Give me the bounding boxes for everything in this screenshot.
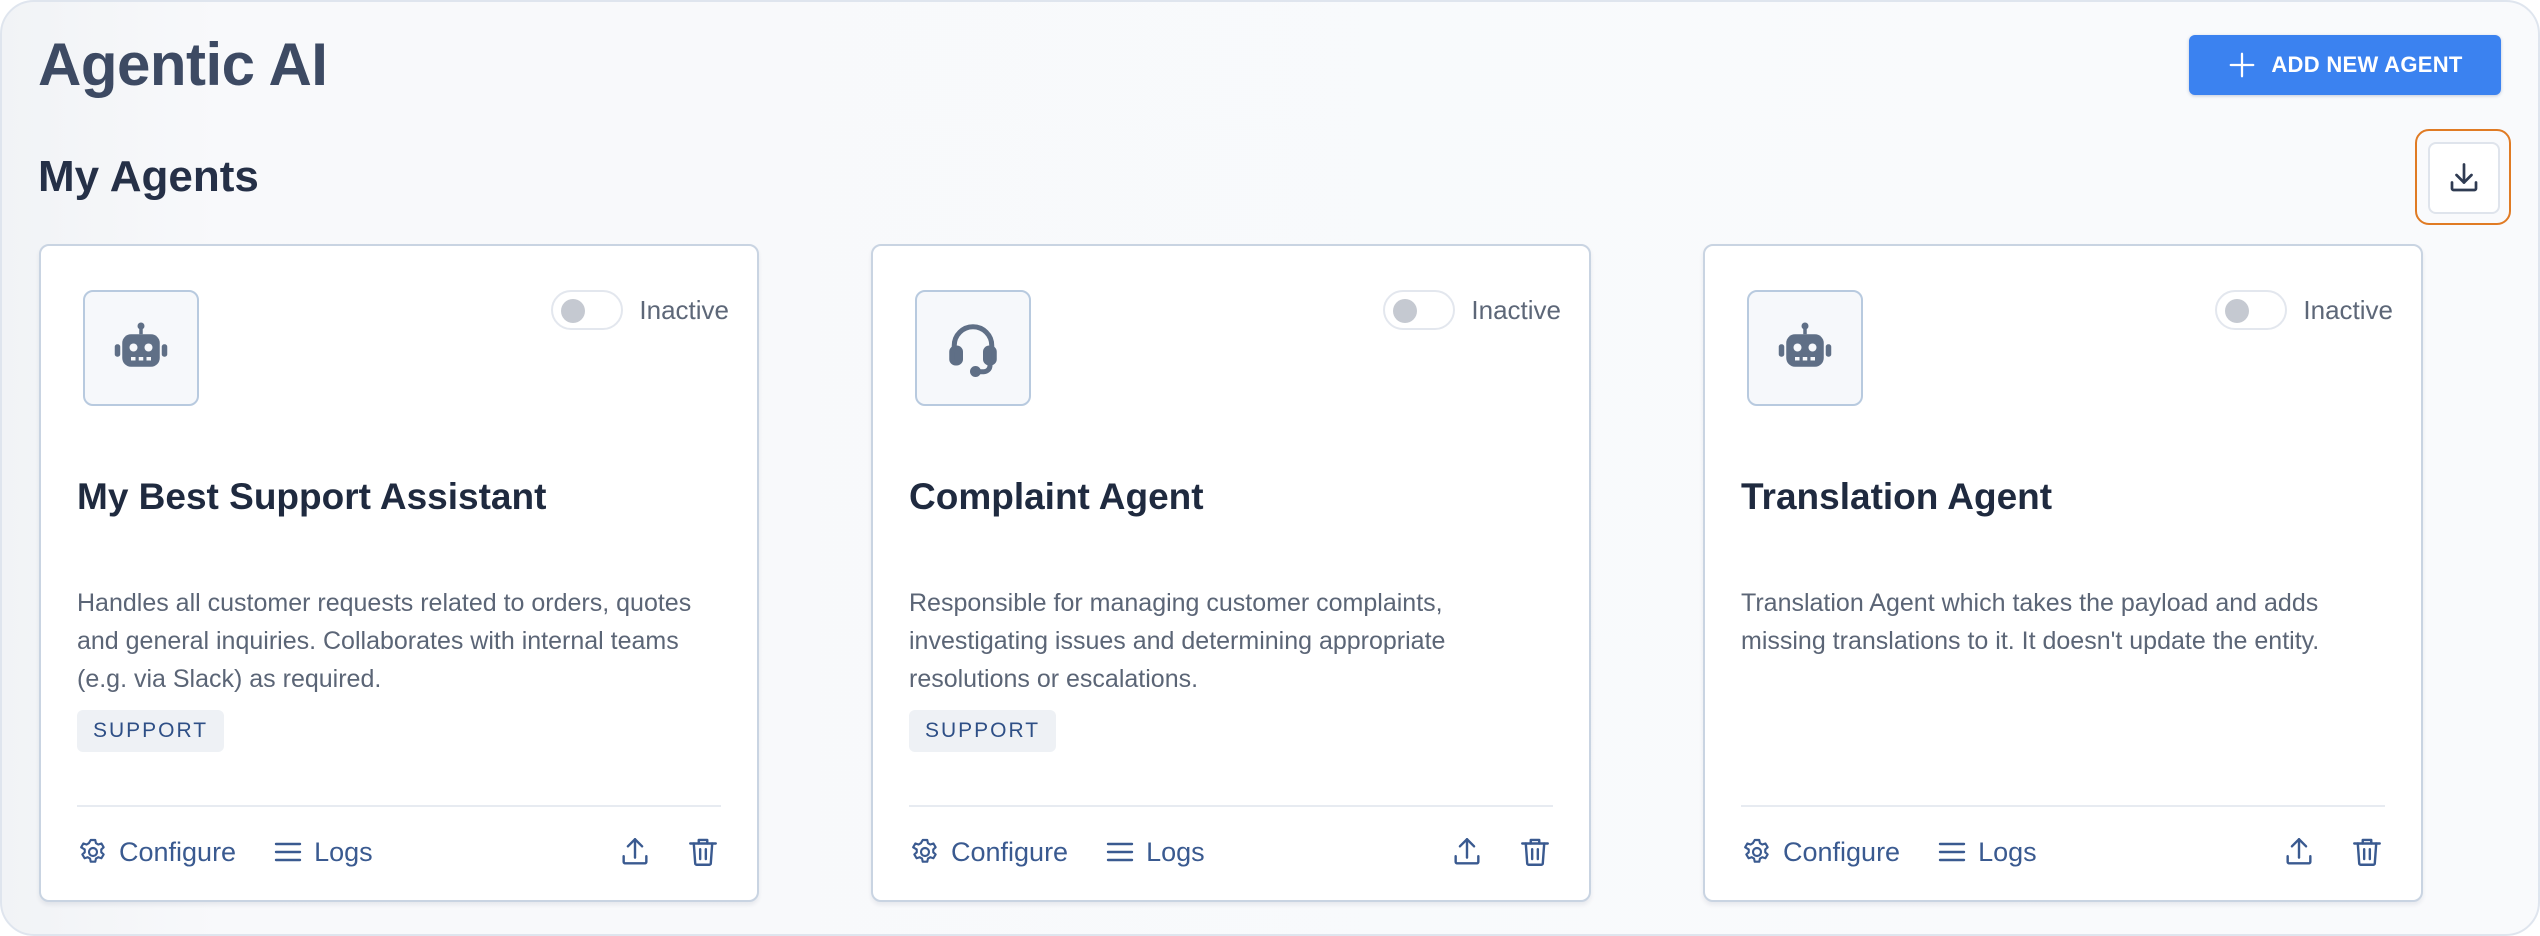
agent-description: Translation Agent which takes the payloa…	[1741, 589, 2320, 655]
trash-icon	[689, 838, 717, 866]
upload-icon	[1454, 838, 1480, 865]
delete-button[interactable]	[685, 834, 721, 870]
logs-button[interactable]: Logs	[1104, 836, 1205, 868]
configure-label: Configure	[1783, 836, 1901, 867]
agent-avatar	[83, 290, 199, 406]
card-footer: Configure Logs	[77, 830, 721, 874]
page-title: Agentic AI	[38, 31, 328, 98]
robot-icon	[1778, 322, 1832, 367]
gear-icon	[1744, 838, 1769, 863]
configure-label: Configure	[119, 836, 237, 867]
status-toggle-group: Inactive	[1383, 290, 1561, 330]
agent-avatar	[915, 290, 1031, 406]
status-toggle-group: Inactive	[2215, 290, 2393, 330]
download-icon	[2450, 163, 2478, 192]
configure-button[interactable]: Configure	[1741, 836, 1900, 868]
toggle-knob	[561, 299, 586, 323]
delete-button[interactable]	[1517, 834, 1553, 870]
agent-description: Responsible for managing customer compla…	[909, 589, 1446, 693]
status-label: Inactive	[639, 294, 729, 325]
plus-icon	[2229, 52, 2255, 78]
toggle-knob	[1393, 299, 1418, 323]
logs-label: Logs	[1978, 836, 2037, 867]
agent-card[interactable]: Inactive My Best Support Assistant Handl…	[39, 244, 759, 902]
import-agent-button[interactable]	[2428, 142, 2500, 214]
agent-description: Handles all customer requests related to…	[77, 589, 692, 693]
status-label: Inactive	[1471, 294, 1561, 325]
app-frame: Agentic AI ADD NEW AGENT My Agents Inact…	[0, 0, 2540, 936]
status-label: Inactive	[2303, 294, 2393, 325]
trash-icon	[2353, 838, 2381, 866]
add-new-agent-label: ADD NEW AGENT	[2271, 52, 2463, 77]
active-toggle[interactable]	[2215, 290, 2288, 330]
card-footer: Configure Logs	[1741, 830, 2385, 874]
gear-icon	[80, 838, 105, 863]
toggle-knob	[2225, 299, 2250, 323]
agent-tag: SUPPORT	[909, 710, 1057, 752]
trash-icon	[1521, 838, 1549, 866]
agent-card[interactable]: Inactive Translation Agent Translation A…	[1703, 244, 2423, 902]
section-title: My Agents	[38, 152, 259, 201]
configure-label: Configure	[951, 836, 1069, 867]
configure-button[interactable]: Configure	[909, 836, 1068, 868]
logs-button[interactable]: Logs	[272, 836, 373, 868]
agent-avatar	[1747, 290, 1863, 406]
active-toggle[interactable]	[551, 290, 624, 330]
list-icon	[1106, 842, 1134, 862]
export-button[interactable]	[1449, 834, 1485, 870]
upload-icon	[2286, 838, 2312, 865]
list-icon	[1938, 842, 1966, 862]
logs-button[interactable]: Logs	[1936, 836, 2037, 868]
delete-button[interactable]	[2349, 834, 2385, 870]
robot-icon	[114, 322, 168, 367]
agent-title: Translation Agent	[1741, 476, 2053, 517]
export-button[interactable]	[617, 834, 653, 870]
agent-title: My Best Support Assistant	[77, 476, 547, 517]
card-divider	[77, 805, 721, 807]
card-footer: Configure Logs	[909, 830, 1553, 874]
agent-title: Complaint Agent	[909, 476, 1204, 517]
card-divider	[1741, 805, 2385, 807]
headset-icon	[949, 324, 997, 377]
card-divider	[909, 805, 1553, 807]
upload-icon	[622, 838, 648, 865]
logs-label: Logs	[314, 836, 373, 867]
logs-label: Logs	[1146, 836, 1205, 867]
agent-card[interactable]: Inactive Complaint Agent Responsible for…	[871, 244, 1591, 902]
active-toggle[interactable]	[1383, 290, 1456, 330]
status-toggle-group: Inactive	[551, 290, 729, 330]
list-icon	[274, 842, 302, 862]
add-new-agent-button[interactable]: ADD NEW AGENT	[2189, 35, 2501, 95]
configure-button[interactable]: Configure	[77, 836, 236, 868]
export-button[interactable]	[2281, 834, 2317, 870]
gear-icon	[912, 838, 937, 863]
agent-tag: SUPPORT	[77, 710, 225, 752]
